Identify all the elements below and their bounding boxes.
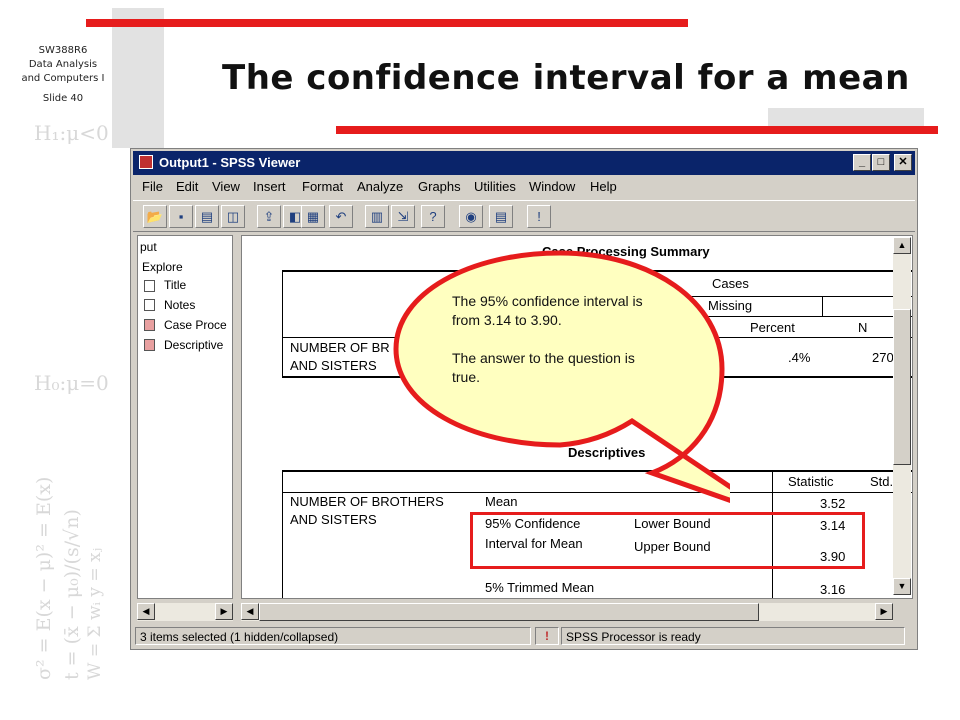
svg-text:H₁:μ<0: H₁:μ<0 bbox=[34, 121, 109, 145]
red-rule-bottom bbox=[336, 126, 938, 134]
minimize-button[interactable]: _ bbox=[853, 154, 871, 171]
svg-text:H₀:μ=0: H₀:μ=0 bbox=[34, 371, 109, 395]
open-icon[interactable]: 📂 bbox=[143, 205, 167, 228]
slide-number: Slide 40 bbox=[42, 93, 84, 104]
table-rule bbox=[822, 296, 823, 316]
horizontal-scroll-thumb[interactable] bbox=[259, 603, 759, 621]
scroll-up-icon[interactable]: ▲ bbox=[893, 237, 911, 254]
outline-item-descriptives[interactable]: Descriptive bbox=[164, 338, 223, 352]
menu-format[interactable]: Format bbox=[302, 179, 343, 194]
header-n: N bbox=[858, 320, 868, 335]
table-icon bbox=[144, 339, 155, 351]
decorative-formula-strip: H₁:μ<0 H₀:μ=0 σ² = E(x − μ)² = E(x) t = … bbox=[0, 120, 112, 720]
course-name-line1: Data Analysis bbox=[28, 59, 98, 70]
callout-line-2: The answer to the question is true. bbox=[452, 350, 635, 385]
save-icon[interactable]: ▪ bbox=[169, 205, 193, 228]
menu-insert[interactable]: Insert bbox=[253, 179, 286, 194]
goto-case-icon[interactable]: ▥ bbox=[365, 205, 389, 228]
callout-line-1: The 95% confidence interval is from 3.14… bbox=[452, 293, 643, 328]
outline-item-case-processing[interactable]: Case Proce bbox=[164, 318, 227, 332]
outline-item-title[interactable]: Title bbox=[164, 278, 186, 292]
svg-text:W = Σ wᵢ y = xⱼ: W = Σ wᵢ y = xⱼ bbox=[85, 548, 105, 680]
desc-variable-line2: AND SISTERS bbox=[290, 512, 377, 527]
insert-case-icon[interactable]: ⇲ bbox=[391, 205, 415, 228]
trimmed-mean-label: 5% Trimmed Mean bbox=[485, 580, 595, 595]
window-titlebar[interactable]: Output1 - SPSS Viewer _ □ ✕ bbox=[133, 151, 915, 175]
menu-help[interactable]: Help bbox=[590, 179, 617, 194]
mean-value: 3.52 bbox=[820, 496, 846, 511]
processor-status: SPSS Processor is ready bbox=[561, 627, 905, 645]
missing-percent-value: .4% bbox=[788, 350, 811, 365]
status-bar: 3 items selected (1 hidden/collapsed) ! … bbox=[133, 625, 915, 647]
maximize-button[interactable]: □ bbox=[872, 154, 890, 171]
table-rule bbox=[282, 270, 283, 376]
outline-item-notes[interactable]: Notes bbox=[164, 298, 195, 312]
variables-icon[interactable]: ? bbox=[421, 205, 445, 228]
spss-app-icon bbox=[139, 155, 153, 169]
document-icon bbox=[144, 299, 155, 311]
menu-analyze[interactable]: Analyze bbox=[357, 179, 403, 194]
missing-n-value: 270 bbox=[872, 350, 894, 365]
window-title: Output1 - SPSS Viewer bbox=[159, 155, 301, 170]
svg-text:t = (x̄ − μ₀)/(s/√n): t = (x̄ − μ₀)/(s/√n) bbox=[61, 509, 83, 680]
designate-window-icon[interactable]: ! bbox=[527, 205, 551, 228]
scroll-left-icon[interactable]: ◀ bbox=[241, 603, 259, 620]
goto-data-icon[interactable]: ▦ bbox=[301, 205, 325, 228]
course-info: SW388R6 Data Analysis and Computers I Sl… bbox=[4, 44, 122, 106]
row-label-line2: AND SISTERS bbox=[290, 358, 377, 373]
export-icon[interactable]: ⇪ bbox=[257, 205, 281, 228]
header-percent: Percent bbox=[750, 320, 795, 335]
course-code: SW388R6 bbox=[38, 45, 88, 56]
menu-bar: File Edit View Insert Format Analyze Gra… bbox=[133, 176, 915, 198]
course-name-line2: and Computers I bbox=[21, 73, 105, 84]
select-cases-icon[interactable]: ◉ bbox=[459, 205, 483, 228]
scroll-down-icon[interactable]: ▼ bbox=[893, 578, 911, 595]
row-label-line1: NUMBER OF BR bbox=[290, 340, 390, 355]
vertical-scroll-thumb[interactable] bbox=[893, 309, 911, 465]
menu-window[interactable]: Window bbox=[529, 179, 575, 194]
split-file-icon[interactable]: ▤ bbox=[489, 205, 513, 228]
menu-edit[interactable]: Edit bbox=[176, 179, 198, 194]
menu-graphs[interactable]: Graphs bbox=[418, 179, 461, 194]
print-preview-icon[interactable]: ◫ bbox=[221, 205, 245, 228]
outline-item-explore[interactable]: Explore bbox=[142, 260, 183, 274]
scroll-left-icon[interactable]: ◀ bbox=[137, 603, 155, 620]
outline-pane: put Explore Title Notes Case Proce Descr… bbox=[137, 235, 233, 599]
close-button[interactable]: ✕ bbox=[894, 154, 912, 171]
scroll-right-icon[interactable]: ▶ bbox=[215, 603, 233, 620]
vertical-scrollbar[interactable]: ▲ ▼ bbox=[893, 237, 911, 595]
content-horizontal-scrollbar[interactable]: ◀ ▶ bbox=[241, 603, 893, 621]
ci-highlight-box bbox=[470, 512, 865, 569]
header-std-error: Std. bbox=[870, 474, 894, 489]
scroll-right-icon[interactable]: ▶ bbox=[875, 603, 893, 620]
document-icon bbox=[144, 280, 155, 292]
processor-alert-icon: ! bbox=[535, 627, 559, 645]
menu-view[interactable]: View bbox=[212, 179, 240, 194]
table-rule bbox=[282, 470, 283, 598]
outline-horizontal-scrollbar[interactable]: ◀ ▶ bbox=[137, 603, 233, 621]
callout-text: The 95% confidence interval is from 3.14… bbox=[452, 292, 662, 406]
menu-utilities[interactable]: Utilities bbox=[474, 179, 516, 194]
selection-status: 3 items selected (1 hidden/collapsed) bbox=[135, 627, 531, 645]
print-icon[interactable]: ▤ bbox=[195, 205, 219, 228]
svg-text:σ² = E(x − μ)² = E(x): σ² = E(x − μ)² = E(x) bbox=[33, 477, 55, 680]
outline-item-output[interactable]: put bbox=[140, 240, 157, 254]
red-rule-top bbox=[86, 19, 688, 27]
toolbar: 📂 ▪ ▤ ◫ ⇪ ◧ ▦ ↶ ▥ ⇲ ? ◉ ▤ ! bbox=[133, 200, 915, 232]
header-statistic: Statistic bbox=[788, 474, 834, 489]
table-icon bbox=[144, 319, 155, 331]
trimmed-mean-value: 3.16 bbox=[820, 582, 846, 597]
menu-file[interactable]: File bbox=[142, 179, 163, 194]
undo-icon[interactable]: ↶ bbox=[329, 205, 353, 228]
slide-title: The confidence interval for a mean bbox=[222, 58, 910, 98]
